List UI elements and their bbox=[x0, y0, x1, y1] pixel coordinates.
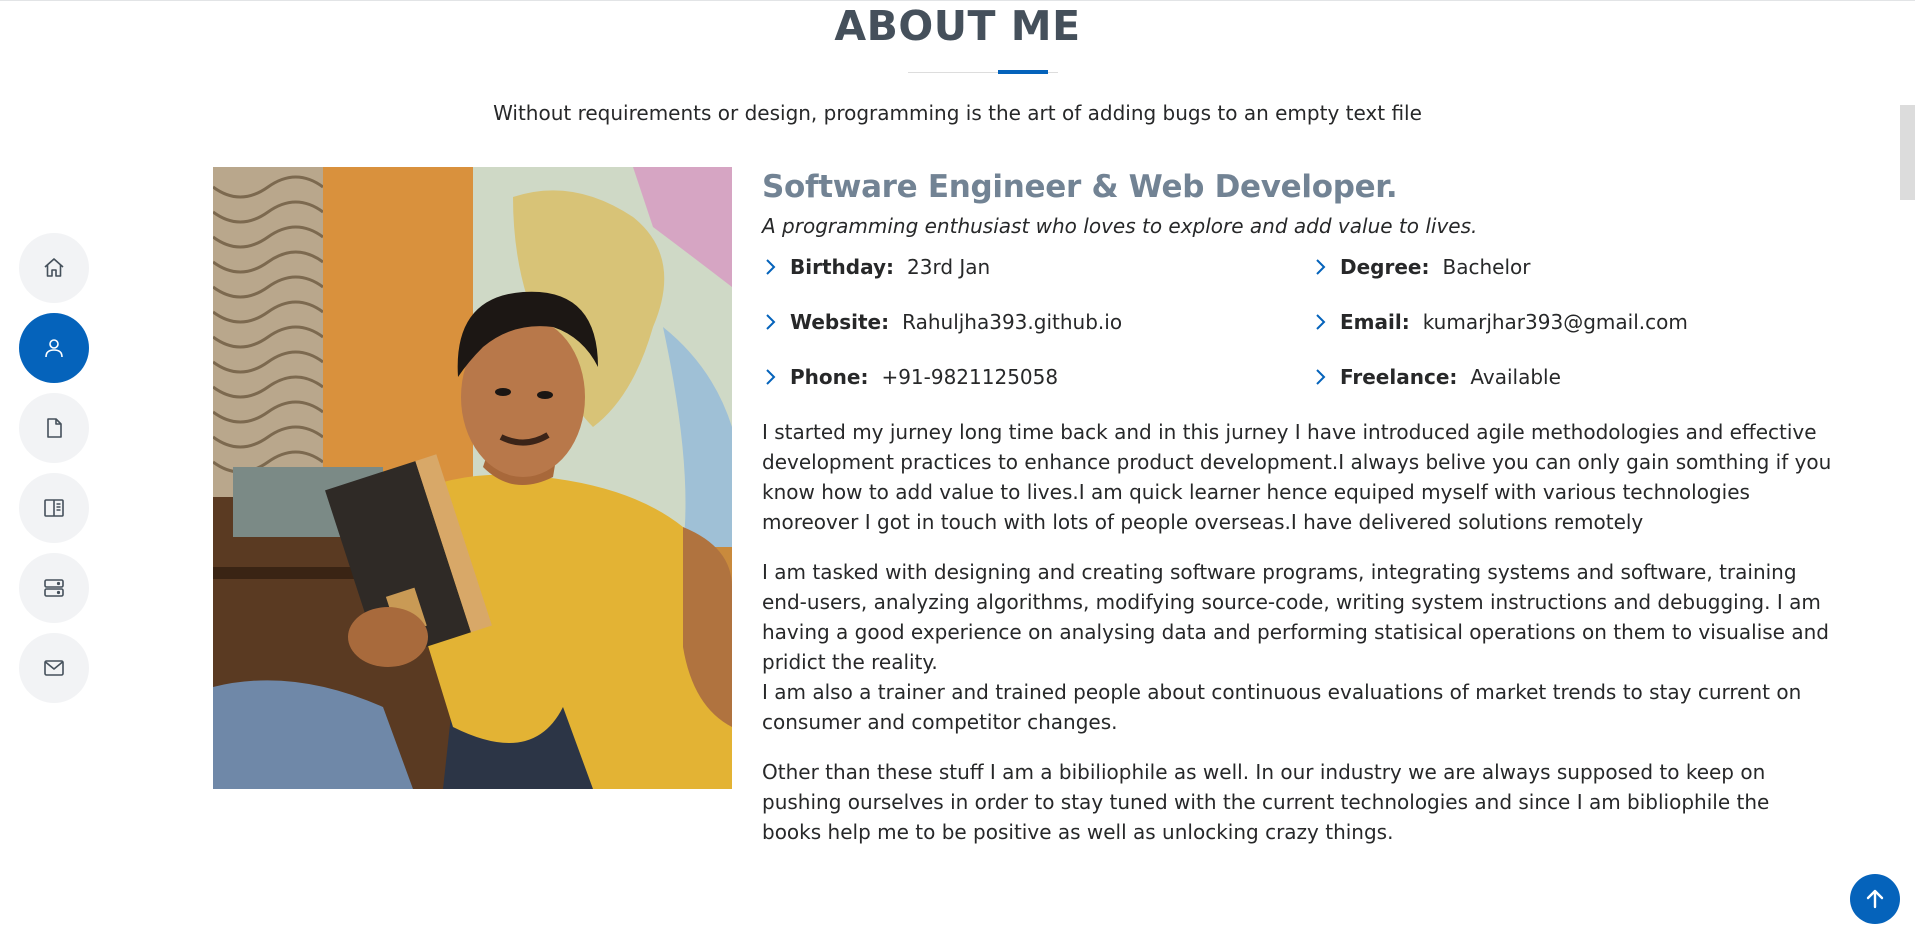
section-title: ABOUT ME bbox=[834, 2, 1081, 50]
file-icon bbox=[47, 418, 62, 438]
fact-value: Available bbox=[1470, 365, 1561, 389]
nav-services-button[interactable] bbox=[19, 553, 89, 623]
fact-birthday: Birthday: 23rd Jan bbox=[762, 252, 990, 282]
nav-contact-button[interactable] bbox=[19, 633, 89, 703]
fact-label: Degree: bbox=[1340, 255, 1430, 279]
side-nav bbox=[19, 233, 89, 713]
chevron-right-icon bbox=[762, 311, 778, 333]
home-icon bbox=[44, 258, 64, 277]
about-paragraph-2: I am tasked with designing and creating … bbox=[762, 560, 1829, 674]
chevron-right-icon bbox=[762, 366, 778, 388]
book-icon bbox=[44, 499, 64, 517]
chevron-right-icon bbox=[762, 256, 778, 278]
fact-value: Rahuljha393.github.io bbox=[902, 310, 1123, 334]
fact-label: Freelance: bbox=[1340, 365, 1458, 389]
about-heading: Software Engineer & Web Developer. bbox=[762, 169, 1398, 205]
envelope-icon bbox=[44, 660, 64, 676]
chevron-right-icon bbox=[1312, 256, 1328, 278]
about-paragraph-3: I am also a trainer and trained people a… bbox=[762, 680, 1802, 734]
nav-home-button[interactable] bbox=[19, 233, 89, 303]
arrow-up-icon bbox=[1866, 889, 1884, 909]
chevron-right-icon bbox=[1312, 311, 1328, 333]
fact-value: 23rd Jan bbox=[907, 255, 991, 279]
facts-list: Birthday: 23rd Jan Website: Rahuljha393.… bbox=[762, 252, 1832, 417]
fact-value: +91-9821125058 bbox=[881, 365, 1059, 389]
fact-value: Bachelor bbox=[1442, 255, 1531, 279]
server-icon bbox=[44, 579, 64, 597]
chevron-right-icon bbox=[1312, 366, 1328, 388]
profile-photo bbox=[213, 167, 732, 789]
nav-about-button[interactable] bbox=[19, 313, 89, 383]
section-header: ABOUT ME bbox=[0, 0, 1915, 50]
about-subtitle: A programming enthusiast who loves to ex… bbox=[762, 214, 1478, 238]
person-icon bbox=[45, 339, 63, 358]
fact-label: Birthday: bbox=[790, 255, 894, 279]
about-paragraph-4: Other than these stuff I am a bibiliophi… bbox=[762, 760, 1770, 844]
about-paragraph-1: I started my jurney long time back and i… bbox=[762, 420, 1832, 534]
fact-website: Website: Rahuljha393.github.io bbox=[762, 307, 1122, 337]
fact-freelance: Freelance: Available bbox=[1312, 362, 1561, 392]
title-accent-bar bbox=[998, 70, 1048, 74]
fact-degree: Degree: Bachelor bbox=[1312, 252, 1530, 282]
fact-label: Phone: bbox=[790, 365, 869, 389]
nav-resume-button[interactable] bbox=[19, 393, 89, 463]
fact-email: Email: kumarjhar393@gmail.com bbox=[1312, 307, 1688, 337]
section-tagline: Without requirements or design, programm… bbox=[493, 101, 1422, 125]
nav-portfolio-button[interactable] bbox=[19, 473, 89, 543]
fact-phone: Phone: +91-9821125058 bbox=[762, 362, 1058, 392]
about-content: Software Engineer & Web Developer. A pro… bbox=[762, 165, 1832, 867]
fact-label: Email: bbox=[1340, 310, 1410, 334]
fact-label: Website: bbox=[790, 310, 890, 334]
back-to-top-button[interactable] bbox=[1850, 874, 1900, 924]
fact-value: kumarjhar393@gmail.com bbox=[1422, 310, 1688, 334]
